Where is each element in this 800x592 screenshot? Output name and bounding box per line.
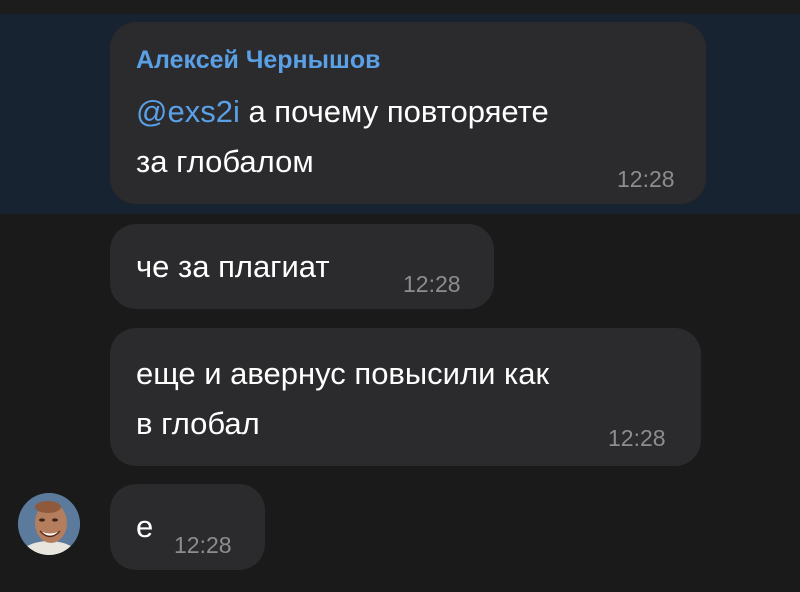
user-avatar[interactable] [18,493,80,555]
message-time: 12:28 [403,271,461,297]
message-text-line: за глобалом [136,144,314,179]
message-text-fragment: а почему повторяете [239,94,549,129]
message-text: @exs2i а почему повторяете [136,88,549,135]
message-text: еще и авернус повысили как [136,356,550,391]
chat-view: Алексей Чернышов @exs2i а почему повторя… [0,0,800,592]
message-time: 12:28 [608,425,666,451]
message-text-line: в глобал [136,406,260,441]
message-bubble[interactable]: е 12:28 [110,484,265,570]
avatar-photo [18,493,80,555]
message-bubble[interactable]: еще и авернус повысили как в глобал 12:2… [110,328,701,466]
message-bubble[interactable]: Алексей Чернышов @exs2i а почему повторя… [110,22,706,204]
message-text: е [136,509,154,544]
message-bubble[interactable]: че за плагиат 12:28 [110,224,494,309]
message-time: 12:28 [174,532,232,558]
message-time: 12:28 [617,166,675,192]
sender-name[interactable]: Алексей Чернышов [136,46,380,75]
top-divider [0,0,800,14]
message-text: че за плагиат [136,249,330,284]
mention-link[interactable]: @exs2i [136,94,240,129]
